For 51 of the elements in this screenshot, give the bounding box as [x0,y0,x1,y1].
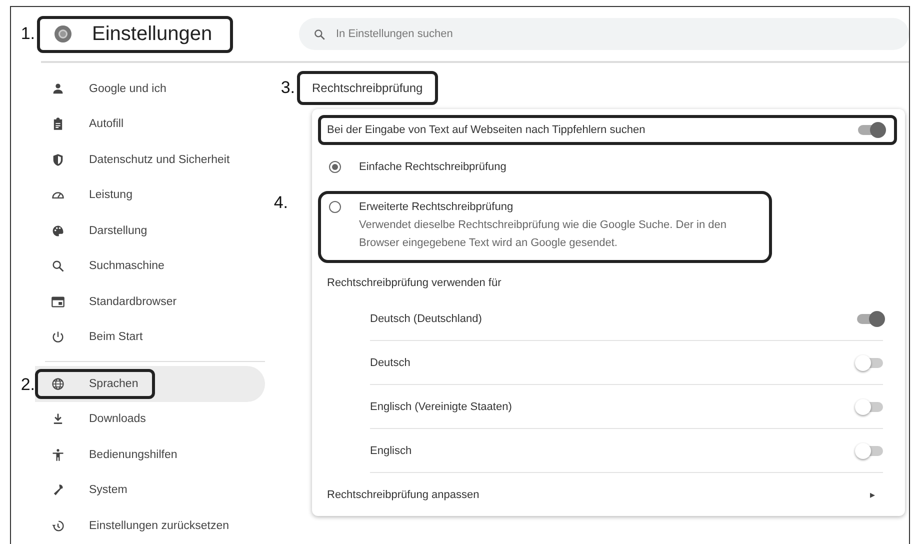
clipboard-icon [51,117,65,132]
sidebar-item[interactable]: Autofill [35,106,265,142]
radio-button[interactable] [329,201,341,213]
search-field[interactable]: In Einstellungen suchen [299,18,909,50]
power-icon [51,330,65,344]
download-icon [51,412,65,426]
sidebar-item[interactable]: Google und ich [35,71,265,106]
toggle-switch[interactable] [857,446,883,456]
accessibility-icon [51,448,65,462]
callout-number: 2. [20,375,35,395]
sidebar-item[interactable]: Sprachen [35,366,265,402]
globe-icon [51,376,65,391]
option-label: Einfache Rechtschreibprüfung [359,160,506,174]
toggle-switch[interactable] [857,314,883,324]
search-icon [51,259,65,274]
shield-icon [51,152,65,167]
browser-icon [51,294,65,309]
sidebar-item[interactable]: Darstellung [35,213,265,248]
person-icon [51,82,65,96]
sidebar-item[interactable]: Standardbrowser [35,284,265,320]
sidebar-item[interactable]: Bedienungshilfen [35,437,265,472]
language-label: Deutsch [370,356,410,368]
sidebar-item[interactable]: Downloads [35,402,265,437]
wrench-icon [51,483,65,498]
section-title: Rechtschreibprüfung [297,71,438,105]
option-label: Erweiterte Rechtschreibprüfung [359,200,514,214]
option-description: Verwendet dieselbe Rechtschreibprüfung wie die Google Suche. Der in den Browser eingegebene Text wird an Google gesendet. [359,218,728,251]
subsection-heading: Rechtschreibprüfung verwenden für [326,276,502,291]
sidebar-item[interactable]: Einstellungen zurücksetzen [35,508,265,544]
logo-icon [54,25,72,43]
sidebar-item[interactable]: Beim Start [35,320,265,355]
language-label: Englisch (Vereinigte Staaten) [370,400,512,412]
radio-button[interactable] [329,161,341,173]
history-icon [51,518,65,533]
language-label: Englisch [370,444,412,456]
sidebar-item[interactable]: Suchmaschine [35,248,265,284]
toggle-switch[interactable] [857,358,883,368]
palette-icon [51,224,65,238]
customize-link[interactable]: Rechtschreibprüfung anpassen ▸ [318,473,897,516]
callout-number: 4. [272,193,288,213]
toggle-switch[interactable] [858,125,884,135]
toggle-switch[interactable] [857,402,883,412]
app-title: Einstellungen [37,16,234,52]
language-label: Deutsch (Deutschland) [370,312,482,324]
sidebar-item[interactable]: Datenschutz und Sicherheit [35,142,265,178]
callout-number: 3. [280,78,295,98]
setting-label: Bei der Eingabe von Text auf Webseiten nach Tippfehlern suchen [327,124,646,136]
sidebar-item[interactable]: Leistung [35,178,265,213]
sidebar-item[interactable]: System [35,472,265,508]
search-icon [313,28,326,41]
callout-number: 1. [20,24,35,44]
